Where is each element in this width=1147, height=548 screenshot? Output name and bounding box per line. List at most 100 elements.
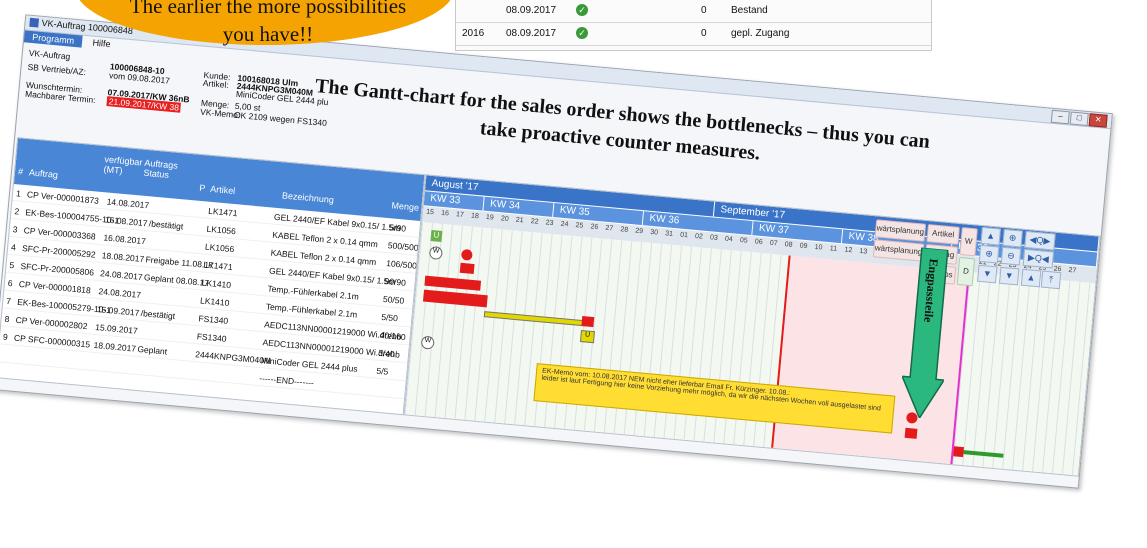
- col-verfuegbar[interactable]: verfügbar (MT): [103, 154, 145, 178]
- marker-u[interactable]: U: [430, 230, 443, 242]
- cell-artikel: LK1471: [202, 259, 234, 273]
- day-cell: 04: [724, 235, 734, 244]
- cell-artikel: FS1340: [196, 331, 227, 344]
- shift-right-icon[interactable]: ◀Q▶: [1024, 230, 1056, 251]
- cell-artikel: LK1410: [199, 295, 230, 308]
- cell-date: 18.08.2017: [101, 250, 145, 265]
- day-cell: 30: [649, 228, 659, 237]
- cell-menge: 5/90: [389, 222, 407, 234]
- arrow-down-icon[interactable]: ▼: [998, 266, 1020, 286]
- arrow-up-icon[interactable]: ▲: [1020, 268, 1042, 288]
- col-status[interactable]: Auftrags Status: [143, 158, 185, 182]
- window-controls: – □ ✕: [1050, 109, 1108, 128]
- bg-row-qty: 0: [701, 5, 707, 16]
- cell-n: 1: [15, 188, 22, 199]
- maximize-button[interactable]: □: [1069, 111, 1089, 127]
- minimize-button[interactable]: –: [1050, 109, 1070, 125]
- order-bar[interactable]: [904, 427, 918, 439]
- day-cell: 22: [530, 218, 539, 226]
- cell-menge: 5/50: [380, 311, 399, 324]
- day-cell: 16: [440, 209, 450, 218]
- col-num[interactable]: #: [18, 166, 24, 176]
- day-cell: 13: [859, 247, 868, 256]
- background-window: 08.09.2017 ✓ 0 Bestand 2016 08.09.2017 ✓…: [455, 0, 932, 51]
- sb-label: SB Vertrieb/AZ:: [27, 61, 87, 78]
- cell-auftrag: CP Ver-000001818: [18, 278, 92, 296]
- cell-date: 15.09.2017: [94, 321, 139, 336]
- scroll-up-icon[interactable]: ▲: [980, 226, 1001, 246]
- shift-left-icon[interactable]: ▶Q◀: [1022, 248, 1055, 269]
- cell-menge: 40/160: [379, 329, 407, 343]
- cell-status: /bestätigt: [140, 308, 176, 322]
- cell-auftrag: CP Ver-000003368: [23, 225, 97, 242]
- col-bezeichnung[interactable]: Bezeichnung: [282, 190, 335, 205]
- artikel-button[interactable]: Artikel: [926, 224, 960, 245]
- cell-menge: 500/500: [387, 240, 419, 253]
- order-bar[interactable]: [581, 316, 595, 328]
- cell-status: Geplant: [137, 343, 168, 357]
- bg-row: 2016 08.09.2017 ✓ 0 gepl. Zugang: [456, 23, 931, 46]
- bg-row-partial: 2016: [462, 28, 485, 39]
- artikel-label: Artikel:: [202, 77, 230, 91]
- callout-text: The earlier the more possibilities you h…: [129, 0, 407, 46]
- col-artikel[interactable]: Artikel: [210, 184, 236, 196]
- bg-row-date: 08.09.2017: [506, 28, 557, 39]
- order-grid: # Auftrag verfügbar (MT) Auftrags Status…: [0, 137, 426, 416]
- zoom-in-icon[interactable]: ⊕: [978, 244, 1000, 264]
- zoom-fit-icon[interactable]: ⊕: [1002, 228, 1023, 248]
- cell-n: 6: [7, 277, 14, 289]
- col-auftrag[interactable]: Auftrag: [29, 167, 59, 180]
- cell-bez: MiniCoder GEL 2444 plus: [260, 355, 359, 374]
- cell-date: 14.08.2017: [106, 196, 150, 211]
- cell-auftrag: CP Ver-000001873: [26, 189, 100, 206]
- cell-status: Geplant 08.08.17: [143, 272, 210, 289]
- day-cell: 27: [1068, 266, 1077, 275]
- d-button[interactable]: D: [956, 256, 976, 287]
- close-button[interactable]: ✕: [1088, 113, 1108, 128]
- cell-menge: 50/50: [382, 293, 405, 306]
- to-top-icon[interactable]: ⤒: [1040, 270, 1062, 290]
- check-icon: ✓: [576, 27, 588, 39]
- col-menge[interactable]: Menge: [391, 200, 419, 212]
- cell-menge: 5/5: [376, 365, 389, 377]
- day-cell: 24: [560, 220, 569, 229]
- day-cell: 21: [515, 216, 524, 225]
- day-cell: 28: [620, 226, 629, 234]
- scroll-down-icon[interactable]: ▼: [977, 264, 998, 284]
- bg-row-type: Bestand: [731, 5, 768, 16]
- cell-menge: 90/90: [384, 276, 407, 288]
- cell-n: 9: [2, 331, 9, 343]
- cell-artikel: LK1410: [201, 277, 232, 291]
- cell-bez: Temp.-Fühlerkabel 2.1m: [265, 301, 358, 320]
- marker-u[interactable]: U: [579, 329, 595, 344]
- cell-date: 24.08.2017: [98, 286, 142, 300]
- order-bar[interactable]: [459, 262, 475, 275]
- cell-artikel: LK1056: [204, 241, 235, 255]
- bg-row-qty: 0: [701, 28, 707, 39]
- day-cell: 03: [709, 234, 719, 242]
- day-cell: 01: [679, 231, 689, 240]
- zoom-out-icon[interactable]: ⊖: [1000, 246, 1022, 266]
- cell-date: 15.09.2017: [96, 304, 140, 318]
- cell-auftrag: CP Ver-000002802: [15, 314, 88, 332]
- bg-row-type: gepl. Zugang: [731, 28, 790, 39]
- w-button[interactable]: W: [959, 227, 978, 257]
- day-cell: 29: [634, 227, 644, 236]
- machbar-label: Machbarer Termin:: [24, 88, 97, 106]
- cell-bez: Temp.-Fühlerkabel 2.1m: [267, 283, 360, 302]
- cell-date: 18.09.2017: [93, 339, 137, 354]
- cell-menge: 3/40: [377, 347, 396, 360]
- menu-hilfe[interactable]: Hilfe: [84, 36, 119, 51]
- cell-n: 3: [12, 224, 19, 235]
- day-cell: 08: [784, 241, 793, 249]
- day-cell: 25: [575, 222, 584, 230]
- day-cell: 15: [425, 208, 435, 217]
- bg-row: 08.09.2017 ✓ 0 Bestand: [456, 0, 931, 23]
- col-p[interactable]: P: [199, 183, 206, 194]
- vk-label: VK-Auftrag: [28, 47, 71, 62]
- day-cell: 06: [754, 238, 763, 247]
- day-cell: 11: [829, 245, 838, 253]
- order-bar[interactable]: [953, 446, 964, 458]
- cell-n: 2: [14, 206, 20, 217]
- day-cell: 27: [605, 224, 614, 233]
